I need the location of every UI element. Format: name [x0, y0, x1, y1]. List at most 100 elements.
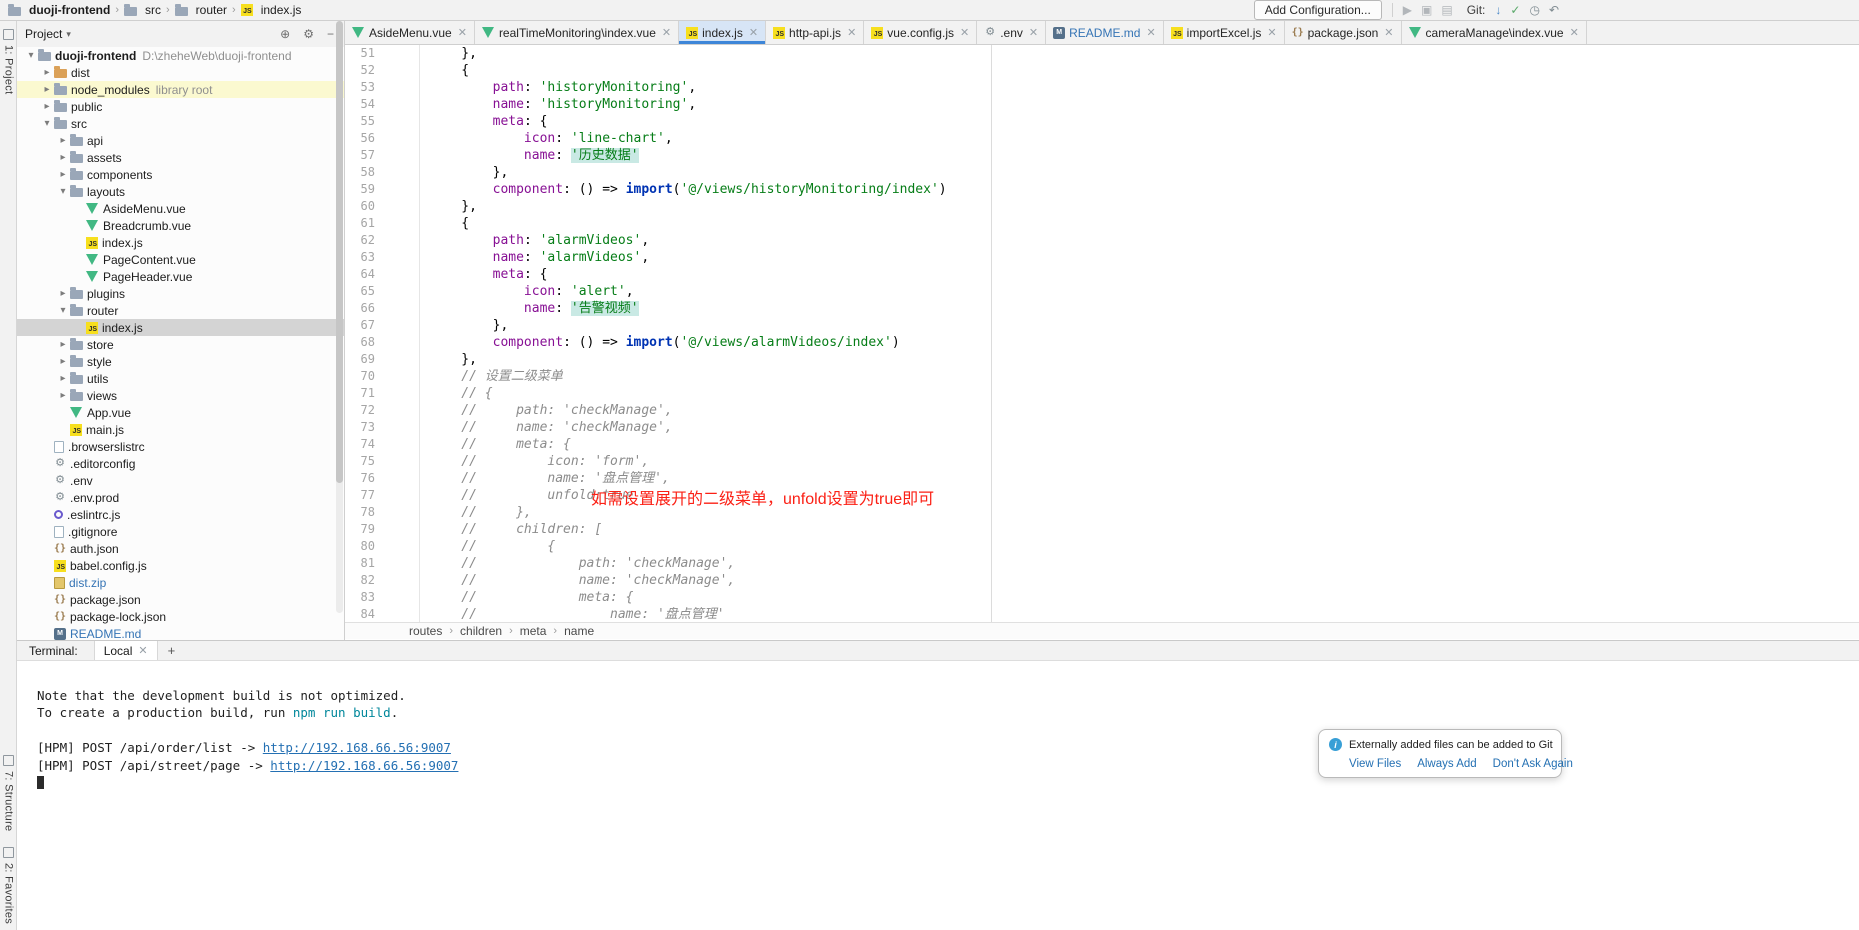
terminal-link[interactable]: http://192.168.66.56:9007 [263, 740, 451, 755]
editor-tab-index-js[interactable]: JSindex.js✕ [679, 21, 766, 44]
tree-item-store[interactable]: ▸store [17, 336, 344, 353]
tree-item-env[interactable]: ⚙.env [17, 472, 344, 489]
tree-item-readme-md[interactable]: MREADME.md [17, 625, 344, 640]
close-icon[interactable]: ✕ [1384, 26, 1393, 39]
info-icon: i [1329, 738, 1342, 751]
strip-button-2-favorites[interactable]: 2: Favorites [3, 863, 15, 924]
tree-item-app-vue[interactable]: App.vue [17, 404, 344, 421]
tree-item-babel-config-js[interactable]: JSbabel.config.js [17, 557, 344, 574]
terminal-tab-local[interactable]: Local ✕ [94, 641, 158, 660]
close-icon[interactable]: ✕ [749, 26, 758, 39]
rollback-icon[interactable]: ↶ [1549, 4, 1559, 16]
tree-item-plugins[interactable]: ▸plugins [17, 285, 344, 302]
close-icon[interactable]: ✕ [1146, 26, 1155, 39]
tree-item-env-prod[interactable]: ⚙.env.prod [17, 489, 344, 506]
editor-tab-asidemenu-vue[interactable]: AsideMenu.vue✕ [345, 21, 475, 44]
history-icon[interactable]: ◷ [1529, 4, 1539, 16]
breadcrumb-item-src[interactable]: src [124, 3, 161, 17]
editor-tab-env[interactable]: ⚙.env✕ [977, 21, 1046, 44]
close-icon[interactable]: ✕ [458, 26, 467, 39]
tree-item-components[interactable]: ▸components [17, 166, 344, 183]
settings-icon[interactable]: ⚙ [303, 27, 314, 41]
editor-breadcrumb-name[interactable]: name [564, 624, 594, 638]
editor-tab-readme-md[interactable]: MREADME.md✕ [1046, 21, 1164, 44]
editor-breadcrumb-routes[interactable]: routes [409, 624, 442, 638]
js-icon: JS [70, 424, 82, 436]
tree-item-label: .env.prod [70, 491, 119, 505]
tree-item-breadcrumb-vue[interactable]: Breadcrumb.vue [17, 217, 344, 234]
debug-icon[interactable]: ▣ [1421, 4, 1432, 16]
coverage-icon[interactable]: ▤ [1441, 4, 1452, 16]
tree-item-assets[interactable]: ▸assets [17, 149, 344, 166]
new-terminal-button[interactable]: + [168, 641, 176, 660]
tree-item-pageheader-vue[interactable]: PageHeader.vue [17, 268, 344, 285]
close-icon[interactable]: ✕ [662, 26, 671, 39]
code-area[interactable]: 51 },52 {53 path: 'historyMonitoring',54… [345, 45, 1859, 622]
close-icon[interactable]: ✕ [138, 644, 147, 657]
tree-item-node-modules[interactable]: ▸node_moduleslibrary root [17, 81, 344, 98]
strip-button-project[interactable]: 1: Project [3, 45, 15, 94]
tree-item-package-lock-json[interactable]: {}package-lock.json [17, 608, 344, 625]
notification-action-view-files[interactable]: View Files [1349, 758, 1401, 770]
close-icon[interactable]: ✕ [1267, 26, 1276, 39]
close-icon[interactable]: ✕ [1570, 26, 1579, 39]
tree-item-duoji-frontend[interactable]: ▾duoji-frontendD:\zheheWeb\duoji-fronten… [17, 47, 344, 64]
tree-item-api[interactable]: ▸api [17, 132, 344, 149]
terminal-link[interactable]: http://192.168.66.56:9007 [270, 758, 458, 773]
tree-item-editorconfig[interactable]: ⚙.editorconfig [17, 455, 344, 472]
terminal-output[interactable]: Note that the development build is not o… [17, 661, 1859, 792]
editor-breadcrumb-children[interactable]: children [460, 624, 502, 638]
breadcrumb-label: src [145, 3, 161, 17]
terminal-line [37, 774, 1859, 792]
tree-item-browserslistrc[interactable]: .browserslistrc [17, 438, 344, 455]
project-panel-title[interactable]: Project [25, 27, 62, 41]
commit-icon[interactable]: ✓ [1510, 4, 1520, 16]
close-icon[interactable]: ✕ [960, 26, 969, 39]
tree-item-layouts[interactable]: ▾layouts [17, 183, 344, 200]
tree-item-main-js[interactable]: JSmain.js [17, 421, 344, 438]
breadcrumb-item-index-js[interactable]: JSindex.js [241, 3, 302, 17]
editor-tab-package-json[interactable]: {}package.json✕ [1285, 21, 1402, 44]
line-number: 67 [345, 317, 375, 334]
notification-action-always-add[interactable]: Always Add [1417, 758, 1476, 770]
add-configuration-button[interactable]: Add Configuration... [1254, 0, 1382, 20]
tree-item-public[interactable]: ▸public [17, 98, 344, 115]
breadcrumb-item-duoji-frontend[interactable]: duoji-frontend [8, 3, 110, 17]
editor-tab-http-api-js[interactable]: JShttp-api.js✕ [766, 21, 864, 44]
tree-item-gitignore[interactable]: .gitignore [17, 523, 344, 540]
tree-item-dist[interactable]: ▸dist [17, 64, 344, 81]
tree-item-pagecontent-vue[interactable]: PageContent.vue [17, 251, 344, 268]
tree-item-auth-json[interactable]: {}auth.json [17, 540, 344, 557]
tree-scrollbar[interactable] [336, 21, 343, 613]
editor-breadcrumb-meta[interactable]: meta [520, 624, 547, 638]
gutter-fold-area [375, 45, 420, 62]
breadcrumb-item-router[interactable]: router [175, 3, 227, 17]
line-number: 70 [345, 368, 375, 385]
editor-tab-cameramanage-index-vue[interactable]: cameraManage\index.vue✕ [1402, 21, 1587, 44]
tree-item-style[interactable]: ▸style [17, 353, 344, 370]
tree-item-views[interactable]: ▸views [17, 387, 344, 404]
line-number: 71 [345, 385, 375, 402]
tree-item-index-js[interactable]: JSindex.js [17, 319, 344, 336]
editor-tab-importexcel-js[interactable]: JSimportExcel.js✕ [1164, 21, 1285, 44]
notification-action-don-t-ask-again[interactable]: Don't Ask Again [1493, 758, 1573, 770]
tree-item-utils[interactable]: ▸utils [17, 370, 344, 387]
editor-tab-vue-config-js[interactable]: JSvue.config.js✕ [864, 21, 977, 44]
tree-item-package-json[interactable]: {}package.json [17, 591, 344, 608]
line-number: 84 [345, 606, 375, 622]
update-project-icon[interactable]: ↓ [1495, 4, 1501, 16]
tree-item-asidemenu-vue[interactable]: AsideMenu.vue [17, 200, 344, 217]
tree-item-eslintrc-js[interactable]: .eslintrc.js [17, 506, 344, 523]
tree-item-index-js[interactable]: JSindex.js [17, 234, 344, 251]
tree-item-src[interactable]: ▾src [17, 115, 344, 132]
tree-item-router[interactable]: ▾router [17, 302, 344, 319]
breadcrumb-separator: › [166, 4, 170, 16]
editor-tab-realtimemonitoring-index-vue[interactable]: realTimeMonitoring\index.vue✕ [475, 21, 679, 44]
locate-icon[interactable]: ⊕ [280, 27, 290, 41]
run-icon[interactable]: ▶ [1403, 4, 1412, 16]
close-icon[interactable]: ✕ [847, 26, 856, 39]
strip-button-7-structure[interactable]: 7: Structure [3, 771, 15, 831]
close-icon[interactable]: ✕ [1029, 26, 1038, 39]
tree-item-dist-zip[interactable]: dist.zip [17, 574, 344, 591]
hide-icon[interactable]: − [327, 27, 334, 41]
